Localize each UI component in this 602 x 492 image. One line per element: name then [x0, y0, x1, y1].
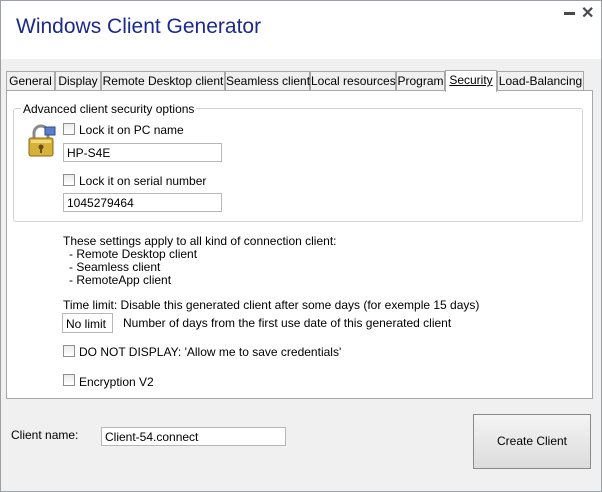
tab-display[interactable]: Display [55, 71, 101, 90]
time-limit-label: Time limit: Disable this generated clien… [63, 298, 480, 312]
client-name-label: Client name: [11, 428, 79, 442]
note-heading: These settings apply to all kind of conn… [63, 234, 337, 248]
tab-local-resources[interactable]: Local resources [310, 71, 396, 90]
tab-label: Local resources [311, 74, 396, 88]
tab-label: Load-Balancing [498, 74, 583, 88]
tab-label: Program [397, 74, 444, 88]
padlock-icon [28, 124, 56, 157]
tab-security[interactable]: Security [445, 70, 497, 92]
group-title: Advanced client security options [21, 102, 197, 116]
app-window: Windows Client Generator ✕ General Displ… [0, 0, 602, 492]
tab-label: Security [449, 73, 493, 87]
serial-number-field[interactable]: 1045279464 [63, 193, 222, 212]
tab-load-balancing[interactable]: Load-Balancing [497, 71, 584, 90]
tab-label: Remote Desktop client [102, 74, 224, 88]
lock-serial-label: Lock it on serial number [79, 174, 207, 188]
note-item: - RemoteApp client [69, 273, 172, 287]
create-client-button[interactable]: Create Client [473, 414, 591, 469]
title-bar: Windows Client Generator ✕ [1, 1, 601, 59]
note-item: - Seamless client [69, 260, 161, 274]
tab-general[interactable]: General [6, 71, 55, 90]
security-panel: Advanced client security options Lock it… [6, 90, 593, 399]
lock-pc-label: Lock it on PC name [79, 123, 184, 137]
time-limit-field[interactable]: No limit [62, 313, 113, 333]
encryption-v2-label: Encryption V2 [79, 375, 154, 389]
note-item: - Remote Desktop client [69, 247, 198, 261]
minimize-button[interactable] [564, 12, 575, 15]
client-name-field[interactable]: Client-54.connect [101, 427, 286, 446]
tab-label: Display [58, 74, 98, 88]
tab-seamless-client[interactable]: Seamless client [225, 71, 310, 90]
tab-remote-desktop-client[interactable]: Remote Desktop client [101, 71, 225, 90]
close-button[interactable]: ✕ [581, 3, 594, 23]
tab-label: Seamless client [226, 74, 311, 88]
lock-serial-checkbox[interactable] [63, 174, 75, 186]
lock-pc-checkbox[interactable] [63, 123, 75, 135]
encryption-v2-checkbox[interactable] [63, 374, 75, 386]
do-not-display-label: DO NOT DISPLAY: 'Allow me to save creden… [79, 345, 342, 359]
tab-label: General [9, 74, 52, 88]
pc-name-field[interactable]: HP-S4E [63, 143, 222, 162]
time-limit-description: Number of days from the first use date o… [123, 316, 452, 330]
window-title: Windows Client Generator [16, 15, 262, 38]
do-not-display-checkbox[interactable] [63, 345, 75, 357]
tab-program[interactable]: Program [396, 71, 445, 90]
